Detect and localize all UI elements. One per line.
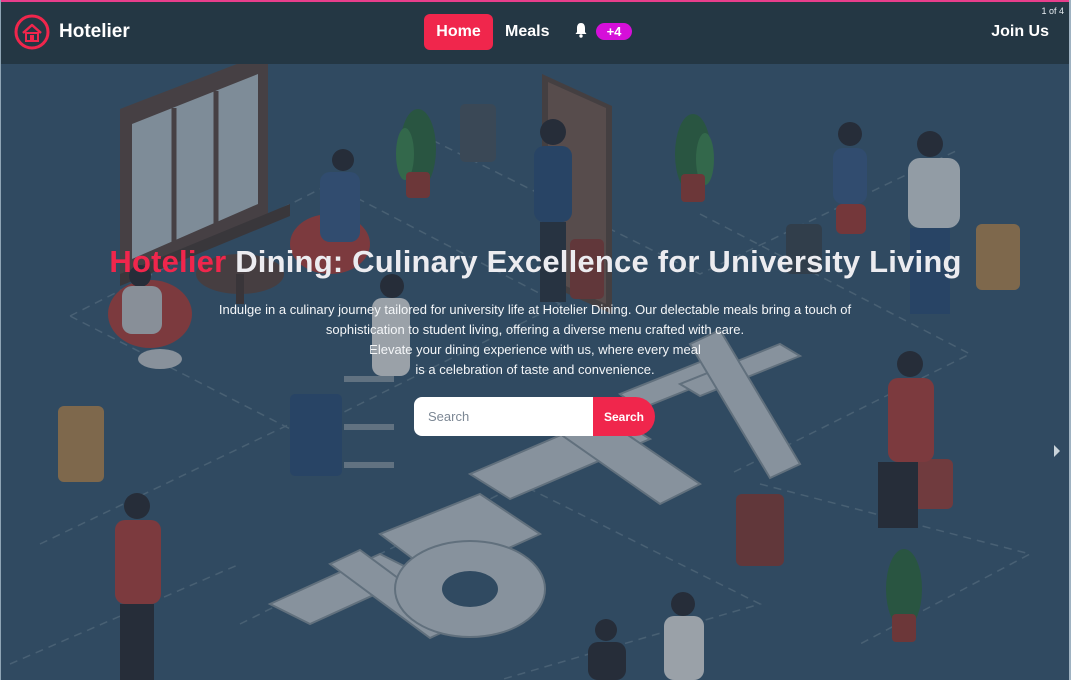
hotel-logo-icon (14, 14, 50, 50)
hero-description: Indulge in a culinary journey tailored f… (150, 300, 920, 380)
hero-title-rest: Dining: Culinary Excellence for Universi… (226, 244, 962, 279)
hero-description-line: Elevate your dining experience with us, … (369, 342, 701, 357)
nav-meals-link[interactable]: Meals (505, 14, 549, 50)
hero-description-line: is a celebration of taste and convenienc… (415, 362, 655, 377)
brand[interactable]: Hotelier (14, 14, 130, 50)
nav-home-button[interactable]: Home (424, 14, 493, 50)
hero-description-line: Indulge in a culinary journey tailored f… (218, 302, 852, 317)
window-top-border (0, 0, 1071, 2)
search-button[interactable]: Search (593, 397, 655, 436)
top-navbar: Hotelier Home Meals +4 Join Us (0, 2, 1071, 64)
search-input[interactable] (414, 397, 593, 436)
notification-badge[interactable]: +4 (596, 23, 632, 40)
window-left-border (0, 0, 1, 680)
bell-icon[interactable] (574, 22, 588, 38)
search-bar: Search (414, 397, 655, 436)
hero-description-line: sophistication to student living, offeri… (325, 322, 745, 337)
join-us-link[interactable]: Join Us (991, 14, 1049, 50)
chevron-right-icon[interactable] (1052, 444, 1062, 458)
hero-title-accent: Hotelier (109, 244, 227, 279)
carousel-slide-indicator: 1 of 4 (1041, 6, 1064, 16)
hero-title: Hotelier Dining: Culinary Excellence for… (0, 244, 1071, 280)
brand-name: Hotelier (59, 21, 130, 42)
